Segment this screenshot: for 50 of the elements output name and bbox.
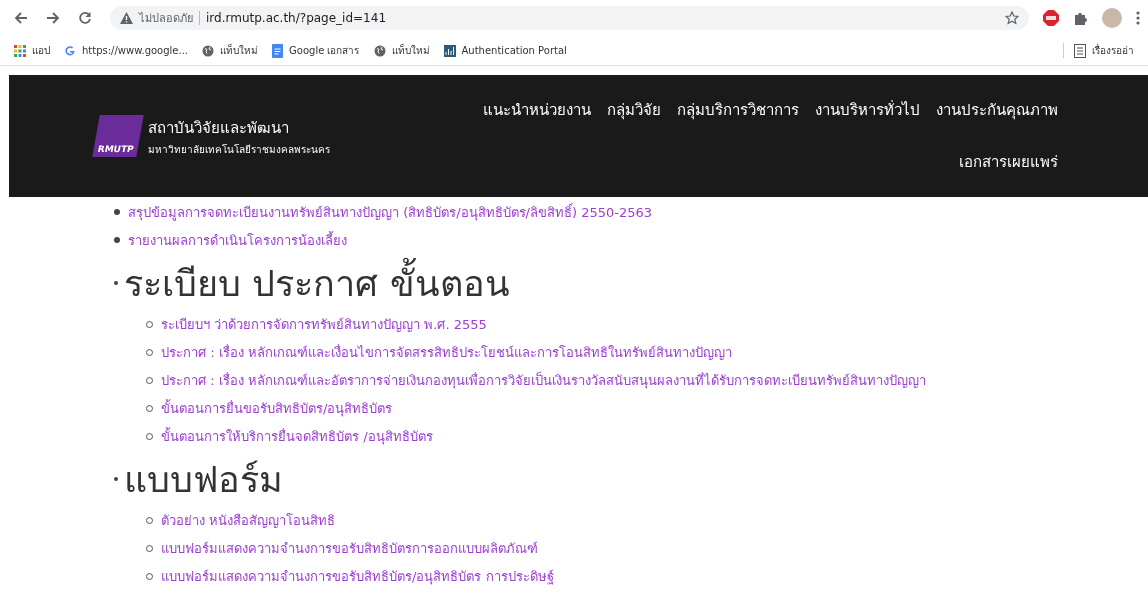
document-link[interactable]: ขั้นตอนการยื่นขอรับสิทธิบัตร/อนุสิทธิบัตร: [161, 397, 393, 419]
bullet-dot-icon: [114, 477, 118, 481]
bookmark-link[interactable]: แท็บใหม่: [220, 43, 259, 58]
nav-menu-item[interactable]: กลุ่มวิจัย: [607, 98, 661, 122]
globe-icon: [202, 44, 215, 57]
url-text: ird.rmutp.ac.th/?page_id=141: [206, 11, 387, 25]
bullet-dot-icon: [114, 281, 118, 285]
section-heading: แบบฟอร์ม: [124, 457, 283, 502]
more-menu-icon[interactable]: [1136, 11, 1140, 25]
bookmark-link[interactable]: https://www.google...: [82, 45, 189, 56]
document-icon: [272, 43, 284, 58]
section-heading: ระเบียบ ประกาศ ขั้นตอน: [124, 254, 510, 312]
reload-icon[interactable]: [78, 11, 92, 25]
bullet-dot-icon: [114, 237, 120, 243]
reading-list-button[interactable]: เรื่องรออ่า: [1092, 43, 1134, 58]
nav-menu-item[interactable]: งานประกันคุณภาพ: [936, 98, 1058, 122]
bookmark-star-icon[interactable]: [1005, 11, 1019, 25]
document-link[interactable]: ระเบียบฯ ว่าด้วยการจัดการทรัพย์สินทางปัญญา พ.ศ. 2555: [161, 313, 487, 335]
document-link[interactable]: สรุปข้อมูลการจดทะเบียนงานทรัพย์สินทางปัญญา (สิทธิบัตร/อนุสิทธิบัตร/ลิขสิทธิ์) 2550-2563: [128, 201, 653, 223]
nav-menu-item[interactable]: กลุ่มบริการวิชาการ: [677, 98, 799, 122]
document-link[interactable]: รายงานผลการดำเนินโครงการน้องเลี้ยง: [128, 229, 347, 251]
bookmark-link[interactable]: Google เอกสาร: [289, 43, 360, 58]
forward-arrow-icon[interactable]: [46, 11, 60, 25]
document-link[interactable]: ประกาศ : เรื่อง หลักเกณฑ์และเงื่อนไขการจัดสรรสิทธิประโยชน์และการโอนสิทธิในทรัพย์สินทางปัญญา: [161, 341, 732, 363]
bullet-dot-icon: [114, 209, 120, 215]
nav-menu-item[interactable]: แนะนำหน่วยงาน: [483, 98, 591, 122]
list-icon: [1074, 43, 1086, 58]
address-bar[interactable]: ไม่ปลอดภัย ird.rmutp.ac.th/?page_id=141: [110, 6, 1029, 30]
document-link[interactable]: แบบฟอร์มแสดงความจำนงการขอรับสิทธิบัตร/อนุสิทธิบัตร การประดิษฐ์: [161, 565, 554, 587]
bookmark-link[interactable]: Authentication Portal: [461, 45, 567, 56]
google-g-icon: [64, 44, 76, 57]
warning-icon: [120, 12, 133, 24]
document-link[interactable]: ตัวอย่าง หนังสือสัญญาโอนสิทธิ: [161, 509, 336, 531]
document-link[interactable]: ขั้นตอนการให้บริการยื่นจดสิทธิบัตร /อนุสิทธิบัตร: [161, 425, 433, 447]
back-arrow-icon[interactable]: [14, 11, 28, 25]
university-name: มหาวิทยาลัยเทคโนโลยีราชมงคลพระนคร: [148, 142, 330, 157]
document-link[interactable]: ประกาศ : เรื่อง หลักเกณฑ์และอัตราการจ่ายเงินกองทุนเพื่อการวิจัยเป็นเงินรางวัลสนับสนุนผลงานที่ได้รับการจดทะเบียนทรัพย์สินทางปัญญา: [161, 369, 926, 391]
puzzle-extensions-icon[interactable]: [1073, 10, 1088, 26]
stop-sign-extension-icon[interactable]: [1043, 10, 1059, 26]
nav-menu-item[interactable]: เอกสารเผยแพร่: [959, 150, 1058, 174]
bookmark-link[interactable]: แท็บใหม่: [391, 43, 430, 58]
document-link[interactable]: แบบฟอร์มแสดงความจำนงการขอรับสิทธิบัตรการออกแบบผลิตภัณฑ์: [161, 537, 538, 559]
nav-menu-item[interactable]: งานบริหารทั่วไป: [815, 98, 920, 122]
security-label: ไม่ปลอดภัย: [139, 11, 193, 27]
globe-icon: [373, 44, 386, 57]
signal-bars-icon: [443, 44, 456, 57]
bookmark-link[interactable]: แอป: [32, 43, 50, 58]
org-name: สถาบันวิจัยและพัฒนา: [148, 117, 290, 139]
apps-grid-icon: [14, 44, 26, 57]
logo-mark[interactable]: RMUTP: [92, 115, 144, 157]
